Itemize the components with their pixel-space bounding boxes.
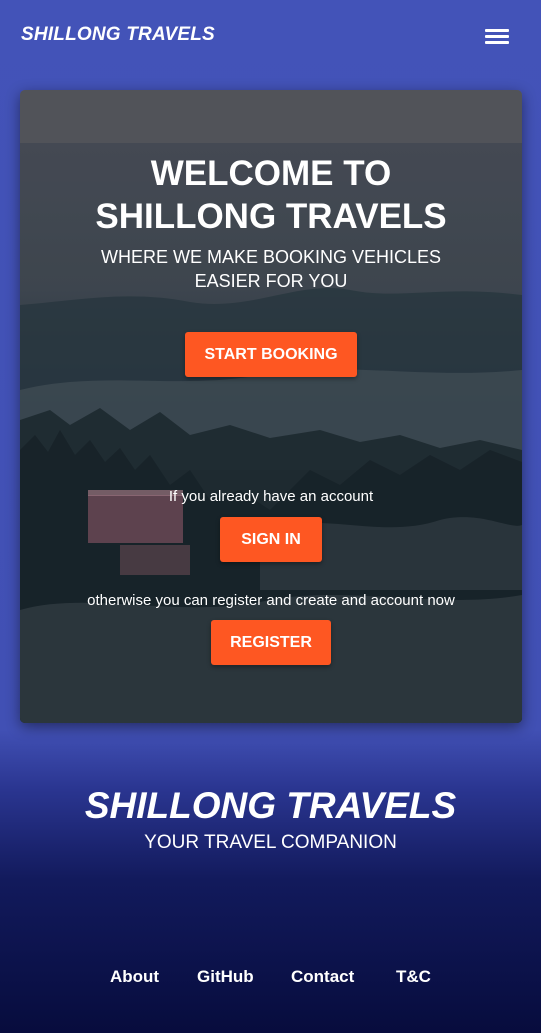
hero-title-line1: WELCOME TO — [150, 154, 392, 193]
hero-subtitle: WHERE WE MAKE BOOKING VEHICLES EASIER FO… — [70, 245, 472, 293]
footer-links: About GitHub Contact T&C — [0, 967, 541, 991]
register-button[interactable]: REGISTER — [211, 620, 331, 665]
signin-note: If you already have an account — [168, 488, 374, 505]
brand-logo-link[interactable]: SHILLONG TRAVELS — [21, 24, 215, 46]
hero-card: WELCOME TO SHILLONG TRAVELS WHERE WE MAK… — [20, 90, 522, 723]
hero-title-line2: SHILLONG TRAVELS — [95, 197, 447, 236]
footer-link-contact[interactable]: Contact — [291, 967, 354, 987]
footer-link-about[interactable]: About — [110, 967, 159, 987]
hero-subtitle-line1: WHERE WE MAKE BOOKING VEHICLES — [100, 247, 442, 267]
footer-link-terms[interactable]: T&C — [396, 967, 431, 987]
hero-title: WELCOME TO SHILLONG TRAVELS — [20, 152, 522, 238]
navbar: SHILLONG TRAVELS — [0, 0, 541, 72]
sign-in-button[interactable]: SIGN IN — [220, 517, 322, 562]
footer-title: SHILLONG TRAVELS — [84, 785, 457, 826]
start-booking-button[interactable]: START BOOKING — [185, 332, 357, 377]
footer-link-github[interactable]: GitHub — [197, 967, 254, 987]
footer-tagline: YOUR TRAVEL COMPANION — [144, 832, 397, 853]
hero-subtitle-line2: EASIER FOR YOU — [194, 271, 348, 291]
register-note: otherwise you can register and create an… — [87, 592, 455, 609]
hamburger-menu-icon[interactable] — [484, 27, 510, 47]
